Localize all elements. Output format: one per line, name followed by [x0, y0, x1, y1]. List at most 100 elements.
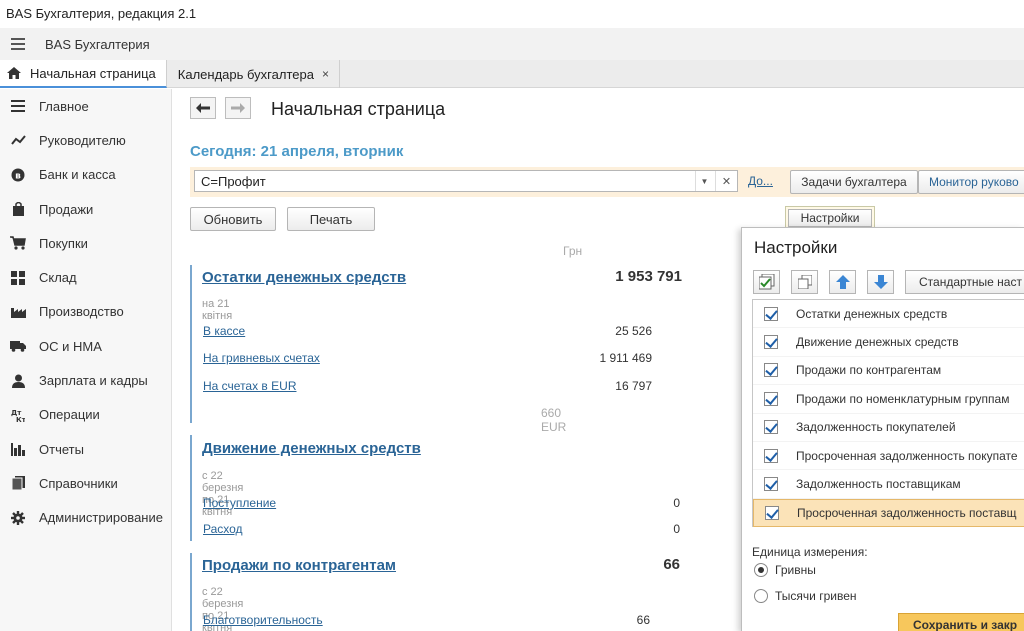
- chevron-down-icon[interactable]: ▼: [695, 171, 713, 191]
- arrow-up-icon: [835, 275, 850, 289]
- checklist-item[interactable]: Продажи по номенклатурным группам: [753, 385, 1024, 414]
- cash-row-link[interactable]: На счетах в EUR: [203, 379, 296, 393]
- svg-text:Кт: Кт: [16, 416, 25, 422]
- move-down-button[interactable]: [867, 270, 894, 294]
- sidebar-item-purchases[interactable]: Покупки: [0, 226, 171, 260]
- check-all-icon: [758, 274, 774, 290]
- clear-icon[interactable]: ✕: [715, 171, 737, 191]
- move-up-button[interactable]: [829, 270, 856, 294]
- cash-row-link[interactable]: В кассе: [203, 324, 245, 338]
- checkbox[interactable]: [764, 448, 778, 463]
- today-date: Сегодня: 21 апреля, вторник: [190, 143, 404, 160]
- checkbox[interactable]: [764, 391, 778, 406]
- checklist-item[interactable]: Продажи по контрагентам: [753, 357, 1024, 386]
- save-and-close-button[interactable]: Сохранить и закр: [898, 613, 1024, 631]
- checkbox[interactable]: [764, 306, 778, 321]
- cash-flow-row-value: 0: [673, 522, 680, 536]
- unit-option-thousands[interactable]: Тысячи гривен: [754, 589, 857, 603]
- sidebar-item-label: Отчеты: [39, 441, 84, 457]
- svg-text:в: в: [15, 171, 21, 181]
- checklist-item[interactable]: Задолженность поставщикам: [753, 470, 1024, 499]
- cash-flow-row-link[interactable]: Поступление: [203, 496, 276, 510]
- checkbox[interactable]: [764, 335, 778, 350]
- unit-option-hryvnia[interactable]: Гривны: [754, 563, 816, 577]
- cash-flow-title[interactable]: Движение денежных средств: [202, 440, 421, 457]
- checklist-item[interactable]: Остатки денежных средств: [753, 300, 1024, 329]
- print-button[interactable]: Печать: [287, 207, 375, 231]
- app-name: BAS Бухгалтерия: [45, 36, 150, 52]
- bag-icon: [10, 201, 26, 217]
- currency-header: Грн: [563, 244, 583, 258]
- checklist-item-selected[interactable]: Просроченная задолженность поставщ: [753, 498, 1024, 528]
- tab-home[interactable]: Начальная страница: [0, 60, 167, 88]
- checkbox[interactable]: [764, 420, 778, 435]
- sidebar-item-main[interactable]: Главное: [0, 89, 171, 123]
- trend-icon: [10, 132, 26, 148]
- checkbox[interactable]: [765, 505, 779, 520]
- sidebar-item-label: Операции: [39, 407, 100, 423]
- home-icon: [7, 67, 21, 79]
- sidebar-item-label: Склад: [39, 270, 77, 286]
- radio-button[interactable]: [754, 589, 768, 603]
- cash-flow-date: с 22 березня по 21 квітня: [202, 470, 244, 518]
- sidebar-item-salary[interactable]: Зарплата и кадры: [0, 363, 171, 397]
- sales-title[interactable]: Продажи по контрагентам: [202, 557, 396, 574]
- arrow-right-icon: [231, 103, 245, 113]
- sidebar-item-admin[interactable]: Администрирование: [0, 501, 171, 535]
- menu-icon[interactable]: [11, 35, 25, 53]
- sidebar-item-directories[interactable]: Справочники: [0, 466, 171, 500]
- radio-label: Тысячи гривен: [775, 589, 857, 603]
- settings-panel-title: Настройки: [754, 238, 838, 257]
- gear-icon: [10, 510, 26, 526]
- sales-row-value: 66: [636, 613, 650, 627]
- checklist-item-label: Задолженность покупателей: [796, 420, 956, 435]
- copy-button[interactable]: [791, 270, 818, 294]
- radio-button[interactable]: [754, 563, 768, 577]
- sales-row-link[interactable]: Благотворительность: [203, 613, 323, 627]
- page-title: Начальная страница: [271, 99, 446, 119]
- refresh-button[interactable]: Обновить: [190, 207, 276, 231]
- close-icon[interactable]: ×: [322, 67, 329, 81]
- cash-balance-date: на 21 квітня: [202, 298, 233, 322]
- check-all-button[interactable]: [753, 270, 780, 294]
- forward-button[interactable]: [225, 97, 251, 119]
- cash-row-value: 1 911 469: [599, 351, 653, 365]
- sidebar-item-label: Администрирование: [39, 510, 163, 526]
- tasks-button[interactable]: Задачи бухгалтера: [790, 170, 918, 194]
- organization-select[interactable]: С=Профит ▼ ✕: [194, 170, 738, 192]
- grid-icon: [10, 270, 26, 286]
- checkbox[interactable]: [764, 363, 778, 378]
- sidebar-item-bank[interactable]: в Банк и касса: [0, 158, 171, 192]
- sidebar-item-assets[interactable]: ОС и НМА: [0, 329, 171, 363]
- checklist-item[interactable]: Движение денежных средств: [753, 328, 1024, 357]
- checklist-item[interactable]: Задолженность покупателей: [753, 414, 1024, 442]
- tab-calendar[interactable]: Календарь бухгалтера ×: [167, 60, 340, 88]
- cash-flow-section: Движение денежных средств с 22 березня п…: [190, 435, 680, 541]
- cash-balance-total: 1 953 791: [615, 268, 682, 285]
- tab-label: Начальная страница: [30, 65, 156, 81]
- sidebar-item-label: Покупки: [39, 235, 88, 251]
- sidebar-item-manager[interactable]: Руководителю: [0, 123, 171, 157]
- truck-icon: [10, 338, 26, 354]
- checkbox[interactable]: [764, 477, 778, 492]
- arrow-left-icon: [196, 103, 210, 113]
- sidebar-item-operations[interactable]: Дт Кт Операции: [0, 398, 171, 432]
- sales-section: Продажи по контрагентам 66 с 22 березня …: [190, 553, 680, 631]
- cash-flow-row-link[interactable]: Расход: [203, 522, 243, 536]
- sidebar-item-warehouse[interactable]: Склад: [0, 260, 171, 294]
- checklist-item[interactable]: Просроченная задолженность покупате: [753, 442, 1024, 471]
- tab-label: Календарь бухгалтера: [177, 66, 314, 82]
- sidebar-item-production[interactable]: Производство: [0, 295, 171, 329]
- sidebar-item-label: Справочники: [39, 475, 118, 491]
- sidebar-item-sales[interactable]: Продажи: [0, 192, 171, 226]
- eur-amount-note: 660 EUR: [541, 406, 567, 434]
- sidebar-item-reports[interactable]: Отчеты: [0, 432, 171, 466]
- checklist-item-label: Просроченная задолженность покупате: [796, 448, 1018, 463]
- standard-settings-button[interactable]: Стандартные наст: [905, 270, 1024, 294]
- back-button[interactable]: [190, 97, 216, 119]
- checklist-item-label: Задолженность поставщикам: [796, 477, 961, 492]
- more-link[interactable]: До...: [748, 174, 773, 188]
- cash-balance-title[interactable]: Остатки денежных средств: [202, 269, 406, 286]
- cash-row-link[interactable]: На гривневых счетах: [203, 351, 320, 365]
- monitor-button[interactable]: Монитор руково: [918, 170, 1024, 194]
